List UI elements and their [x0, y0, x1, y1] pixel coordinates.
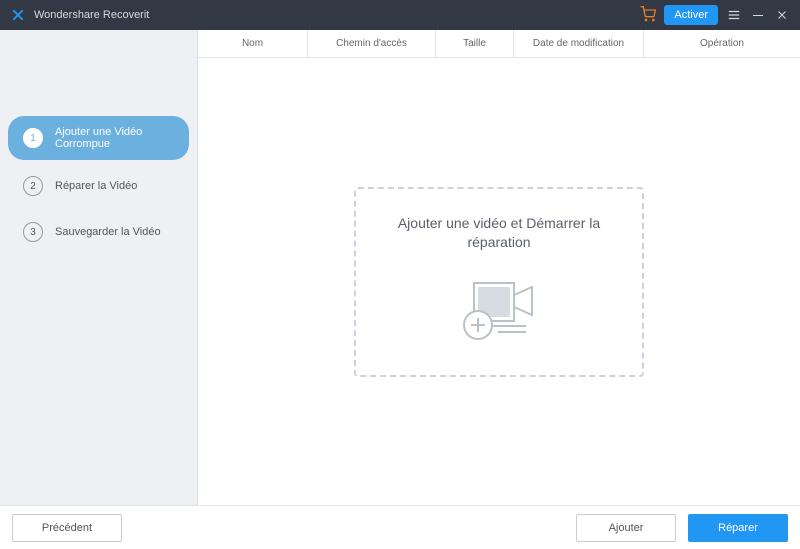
- previous-button[interactable]: Précédent: [12, 514, 122, 542]
- minimize-icon[interactable]: [750, 7, 766, 23]
- sidebar: 1 Ajouter une Vidéo Corrompue 2 Réparer …: [0, 30, 198, 505]
- column-date: Date de modification: [514, 30, 644, 57]
- column-name: Nom: [198, 30, 308, 57]
- main-area: 1 Ajouter une Vidéo Corrompue 2 Réparer …: [0, 30, 800, 505]
- camera-illustration-icon: [454, 273, 544, 348]
- content-panel: Nom Chemin d'accès Taille Date de modifi…: [198, 30, 800, 505]
- table-header: Nom Chemin d'accès Taille Date de modifi…: [198, 30, 800, 58]
- repair-button[interactable]: Réparer: [688, 514, 788, 542]
- sidebar-step-add-video[interactable]: 1 Ajouter une Vidéo Corrompue: [8, 116, 189, 160]
- cart-icon[interactable]: [640, 6, 656, 25]
- app-title: Wondershare Recoverit: [34, 9, 149, 21]
- step-label: Ajouter une Vidéo Corrompue: [55, 126, 174, 150]
- sidebar-step-repair-video[interactable]: 2 Réparer la Vidéo: [8, 166, 189, 206]
- step-number: 2: [23, 176, 43, 196]
- close-icon[interactable]: [774, 7, 790, 23]
- column-operation: Opération: [644, 30, 800, 57]
- add-button[interactable]: Ajouter: [576, 514, 676, 542]
- step-number: 3: [23, 222, 43, 242]
- app-logo-icon: [10, 7, 26, 23]
- step-label: Sauvegarder la Vidéo: [55, 226, 161, 238]
- column-size: Taille: [436, 30, 514, 57]
- drop-zone-title: Ajouter une vidéo et Démarrer la réparat…: [376, 214, 622, 253]
- column-path: Chemin d'accès: [308, 30, 436, 57]
- step-number: 1: [23, 128, 43, 148]
- footer-bar: Précédent Ajouter Réparer: [0, 505, 800, 549]
- drop-area: Ajouter une vidéo et Démarrer la réparat…: [198, 58, 800, 505]
- activate-button[interactable]: Activer: [664, 5, 718, 25]
- step-label: Réparer la Vidéo: [55, 180, 137, 192]
- drop-zone[interactable]: Ajouter une vidéo et Démarrer la réparat…: [354, 187, 644, 377]
- titlebar: Wondershare Recoverit Activer: [0, 0, 800, 30]
- sidebar-step-save-video[interactable]: 3 Sauvegarder la Vidéo: [8, 212, 189, 252]
- menu-icon[interactable]: [726, 7, 742, 23]
